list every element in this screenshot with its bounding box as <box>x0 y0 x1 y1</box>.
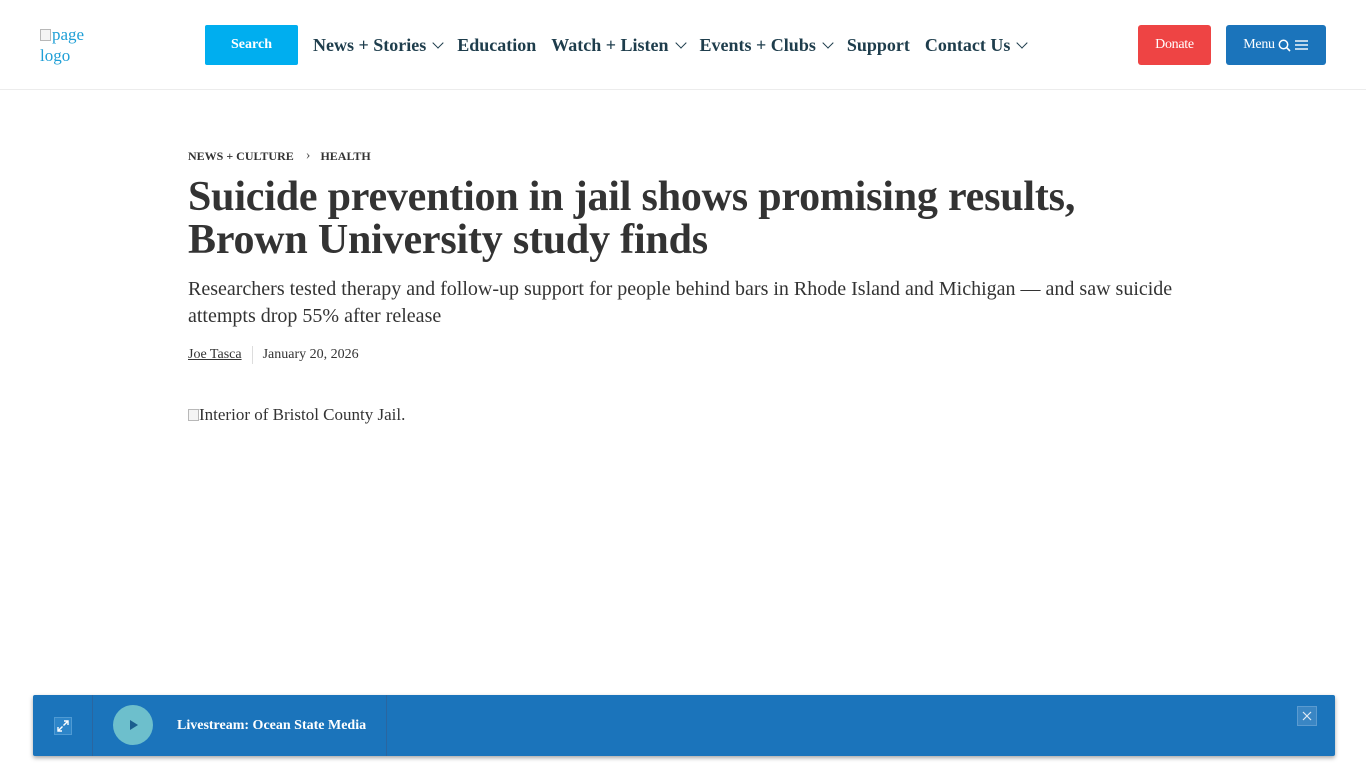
byline: Joe Tasca January 20, 2026 <box>188 346 359 364</box>
breadcrumb-item-news-culture[interactable]: NEWS + CULTURE <box>188 149 294 164</box>
byline-divider <box>251 346 253 364</box>
hero-image: Interior of Bristol County Jail. <box>188 405 405 425</box>
main-nav: News + Stories Education Watch + Listen … <box>313 25 1041 65</box>
nav-item-label: Watch + Listen <box>551 34 669 55</box>
nav-item-label: Events + Clubs <box>699 34 816 55</box>
chevron-down-icon <box>432 36 444 49</box>
livestream-label: Livestream: Ocean State Media <box>177 717 367 733</box>
article-subtitle: Researchers tested therapy and follow-up… <box>188 278 1173 327</box>
search-button[interactable]: Search <box>205 25 298 65</box>
nav-item-events-clubs[interactable]: Events + Clubs <box>699 34 834 56</box>
close-player-button[interactable] <box>1297 706 1317 726</box>
expand-icon <box>53 716 72 735</box>
breadcrumb-separator: › <box>305 148 311 163</box>
nav-item-support[interactable]: Support <box>847 35 910 56</box>
chevron-down-icon <box>674 36 687 49</box>
broken-image-icon <box>188 409 199 421</box>
nav-item-label: Support <box>846 34 910 55</box>
close-icon <box>1302 711 1312 721</box>
nav-item-education[interactable]: Education <box>457 35 536 56</box>
nav-item-watch-listen[interactable]: Watch + Listen <box>551 34 687 56</box>
hamburger-icon <box>1294 40 1308 50</box>
chevron-down-icon <box>1016 36 1029 49</box>
chevron-down-icon <box>822 36 834 49</box>
author-link[interactable]: Joe Tasca <box>188 347 242 363</box>
nav-item-label: Education <box>457 34 537 55</box>
menu-button[interactable]: Menu <box>1226 25 1326 65</box>
site-logo[interactable]: page logo <box>40 24 110 66</box>
nav-item-label: Contact Us <box>924 34 1011 55</box>
nav-item-label: News + Stories <box>313 34 427 55</box>
breadcrumb-item-health[interactable]: HEALTH <box>320 149 370 164</box>
article-title: Suicide prevention in jail shows promisi… <box>188 174 1076 263</box>
search-icon <box>1278 39 1291 52</box>
breadcrumb: NEWS + CULTURE › HEALTH <box>188 148 371 164</box>
nav-item-contact-us[interactable]: Contact Us <box>924 34 1029 56</box>
menu-button-label: Menu <box>1243 37 1275 52</box>
site-header: page logo Search News + Stories Educatio… <box>0 0 1366 90</box>
nav-item-news-stories[interactable]: News + Stories <box>313 34 444 56</box>
play-button[interactable] <box>113 705 153 745</box>
publish-date: January 20, 2026 <box>262 347 359 362</box>
broken-image-icon <box>40 29 51 41</box>
player-divider <box>386 695 387 756</box>
livestream-player: Livestream: Ocean State Media <box>33 695 1335 756</box>
donate-button[interactable]: Donate <box>1138 25 1211 65</box>
play-icon <box>130 720 138 730</box>
expand-player-button[interactable] <box>33 695 93 756</box>
hero-image-alt: Interior of Bristol County Jail. <box>199 405 406 424</box>
